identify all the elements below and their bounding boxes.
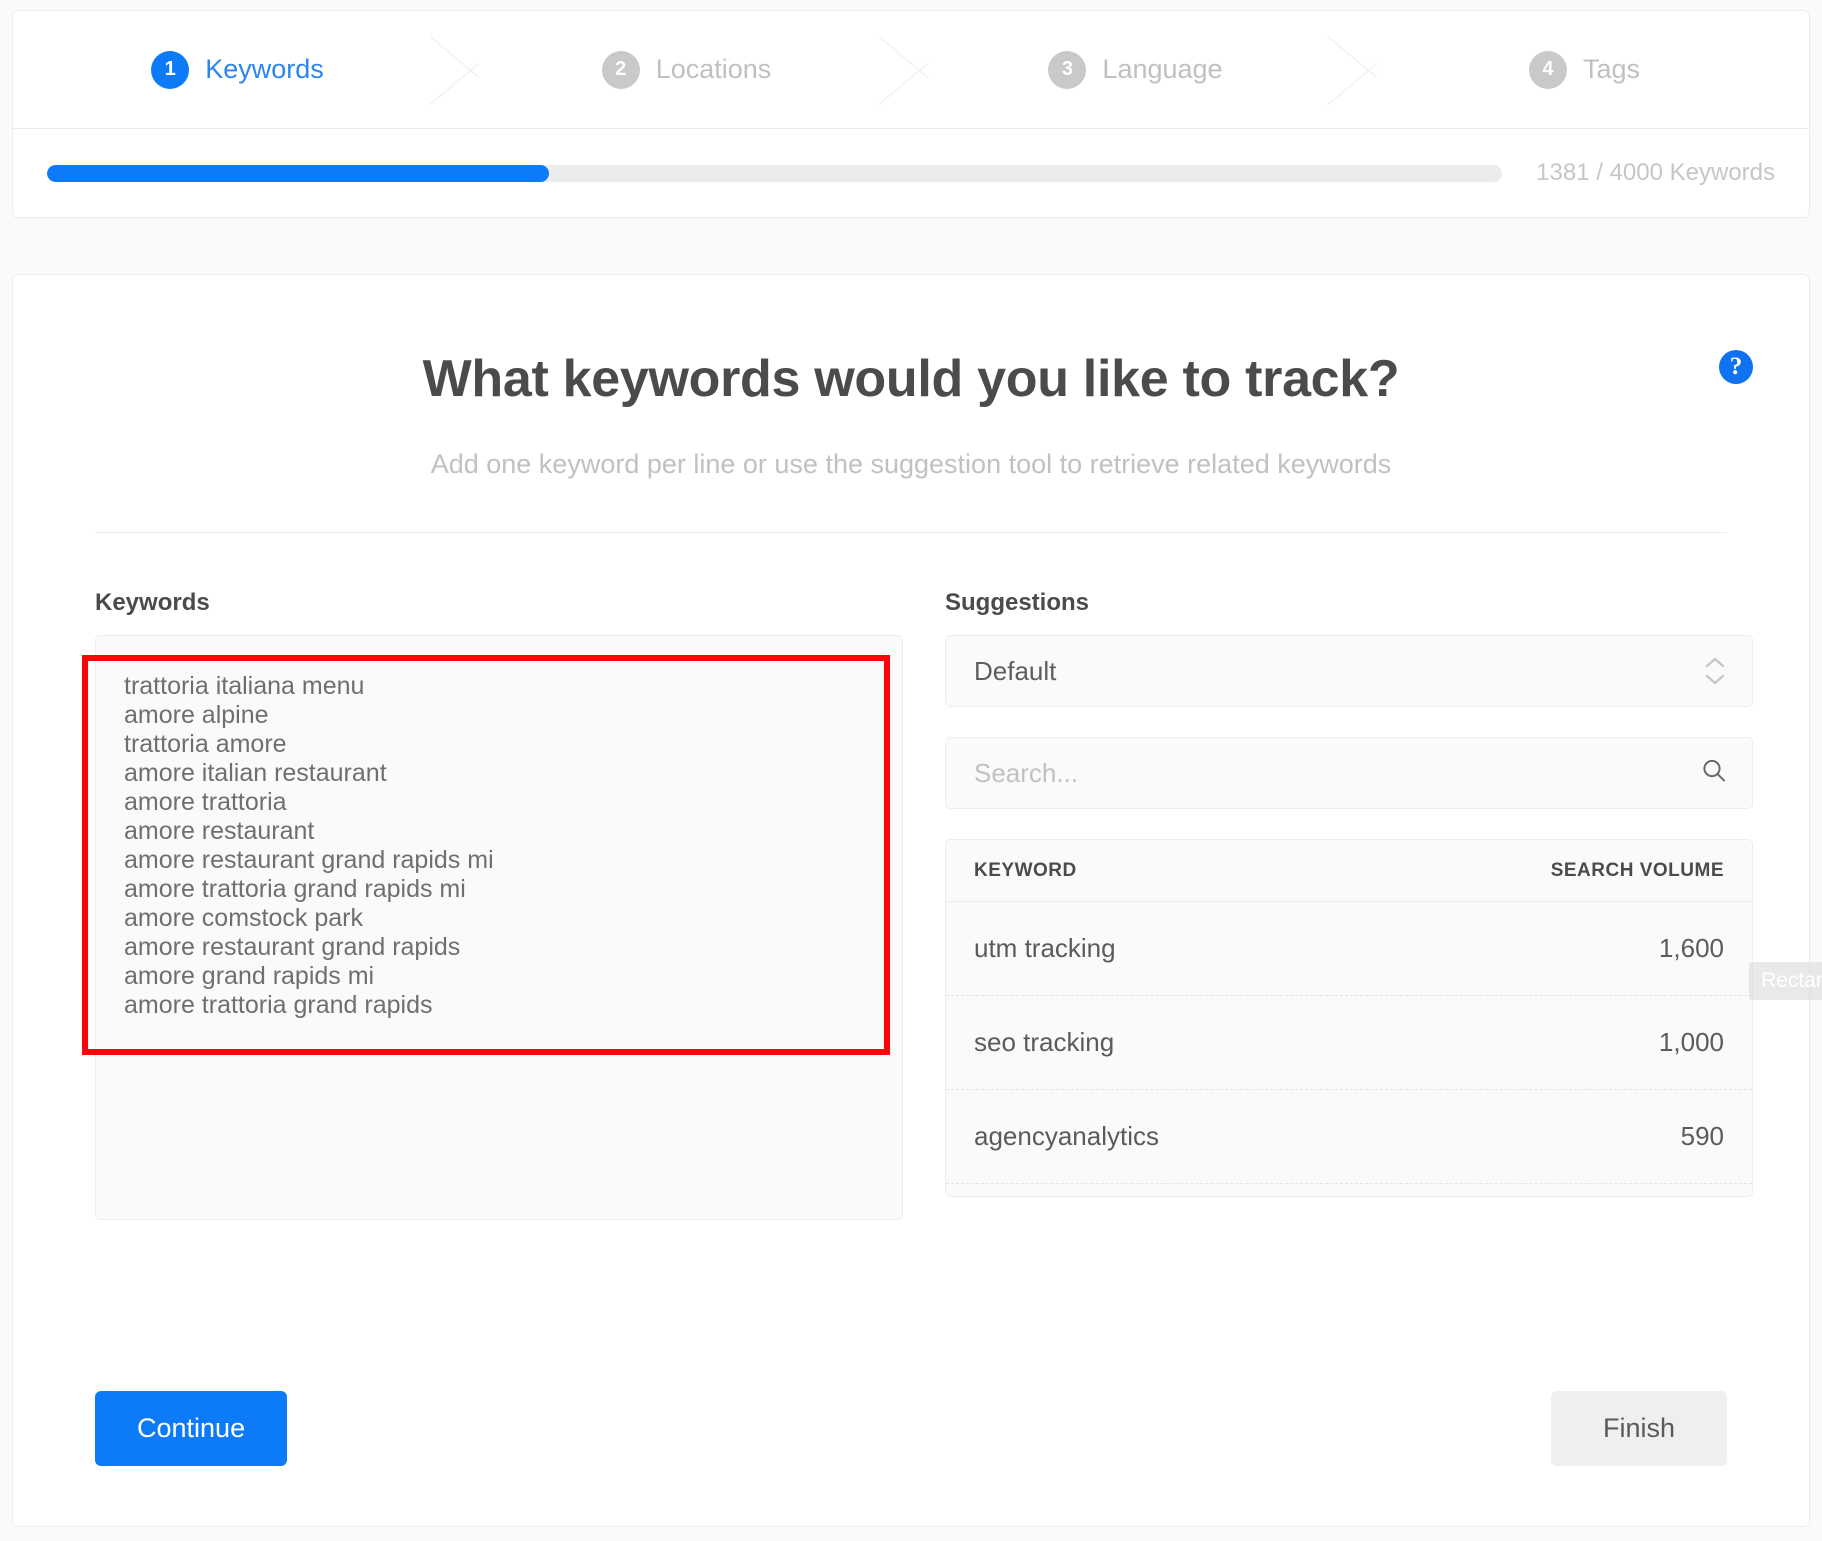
column-header-keyword: KEYWORD — [974, 860, 1077, 882]
keywords-textarea[interactable]: trattoria italiana menu amore alpine tra… — [95, 635, 903, 1220]
keyword-quota-progressbar — [47, 165, 1502, 182]
step-number-badge: 1 — [151, 51, 189, 89]
table-row[interactable]: agencyanalytics 590 — [946, 1090, 1752, 1184]
suggestion-volume: 1,600 — [1659, 933, 1724, 964]
keyword-quota-progress-fill — [47, 165, 549, 182]
keywords-column: Keywords trattoria italiana menu amore a… — [95, 589, 903, 1220]
wizard-step-locations[interactable]: 2 Locations — [462, 11, 911, 128]
page-subtitle: Add one keyword per line or use the sugg… — [13, 449, 1809, 480]
wizard-step-language[interactable]: 3 Language — [911, 11, 1360, 128]
page-root: 1 Keywords 2 Locations 3 Language 4 Tags… — [0, 0, 1822, 1541]
step-label: Language — [1102, 54, 1222, 85]
page-title: What keywords would you like to track? — [13, 349, 1809, 409]
step-label: Tags — [1583, 54, 1640, 85]
wizard-step-keywords[interactable]: 1 Keywords — [13, 11, 462, 128]
suggestion-search-field[interactable] — [945, 737, 1753, 809]
keywords-step-card: ? What keywords would you like to track?… — [12, 274, 1810, 1527]
step-label: Locations — [656, 54, 772, 85]
wizard-footer: Continue Finish — [95, 1391, 1727, 1466]
finish-button[interactable]: Finish — [1551, 1391, 1727, 1466]
wizard-step-tags[interactable]: 4 Tags — [1360, 11, 1809, 128]
keywords-label: Keywords — [95, 589, 903, 617]
annotation-tooltip: Rectangle — [1749, 962, 1822, 1000]
suggestions-column: Suggestions Default — [945, 589, 1753, 1220]
column-header-search-volume: SEARCH VOLUME — [1551, 860, 1724, 882]
wizard-header-card: 1 Keywords 2 Locations 3 Language 4 Tags… — [12, 10, 1810, 218]
continue-button[interactable]: Continue — [95, 1391, 287, 1466]
step-label: Keywords — [205, 54, 324, 85]
suggestions-table-header: KEYWORD SEARCH VOLUME — [946, 840, 1752, 902]
chevron-updown-icon — [1704, 656, 1726, 686]
step-number-badge: 3 — [1048, 51, 1086, 89]
table-row[interactable]: seo tracking 1,000 — [946, 996, 1752, 1090]
table-row[interactable]: utm tracking 1,600 — [946, 902, 1752, 996]
keyword-quota-row: 1381 / 4000 Keywords — [13, 129, 1809, 217]
suggestion-volume: 590 — [1681, 1121, 1724, 1152]
suggestion-keyword: seo tracking — [974, 1027, 1114, 1058]
suggestion-keyword: utm tracking — [974, 933, 1116, 964]
divider — [95, 532, 1727, 533]
wizard-steps: 1 Keywords 2 Locations 3 Language 4 Tags — [13, 11, 1809, 129]
two-column-body: Keywords trattoria italiana menu amore a… — [13, 589, 1809, 1220]
suggestion-source-value: Default — [974, 656, 1056, 687]
keywords-textarea-value: trattoria italiana menu amore alpine tra… — [124, 672, 874, 1020]
step-number-badge: 4 — [1529, 51, 1567, 89]
suggestion-keyword: agencyanalytics — [974, 1121, 1159, 1152]
help-icon[interactable]: ? — [1719, 350, 1753, 384]
suggestion-volume: 1,000 — [1659, 1027, 1724, 1058]
suggestion-search-input[interactable] — [974, 758, 1682, 789]
suggestion-source-select[interactable]: Default — [945, 635, 1753, 707]
search-icon[interactable] — [1700, 757, 1728, 790]
suggestions-table: KEYWORD SEARCH VOLUME utm tracking 1,600… — [945, 839, 1753, 1197]
keyword-quota-count: 1381 / 4000 Keywords — [1536, 159, 1775, 187]
suggestions-label: Suggestions — [945, 589, 1753, 617]
step-number-badge: 2 — [602, 51, 640, 89]
